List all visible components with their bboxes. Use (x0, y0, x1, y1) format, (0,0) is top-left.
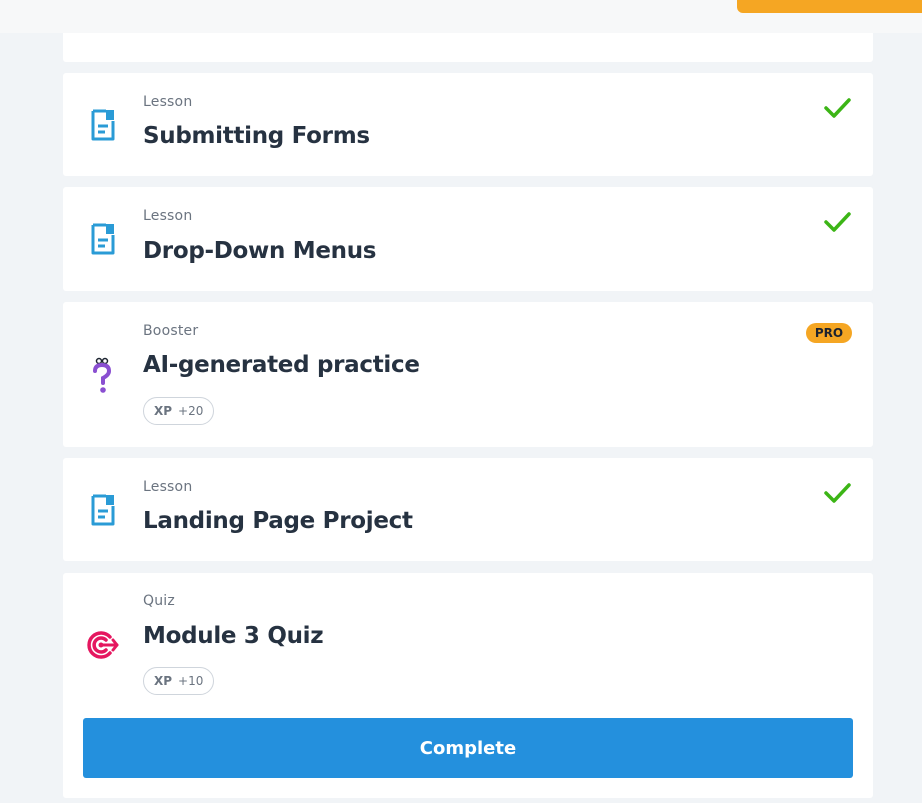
booster-card-ai-generated-practice[interactable]: Booster AI-generated practice PRO XP +20 (63, 302, 873, 447)
question-mark-icon (85, 357, 121, 394)
card-type-label: Lesson (143, 94, 193, 110)
card-title: Module 3 Quiz (143, 623, 324, 649)
lesson-card-submitting-forms[interactable]: Lesson Submitting Forms (63, 73, 873, 176)
complete-button[interactable]: Complete (83, 718, 853, 778)
xp-pill: XP +10 (143, 667, 215, 695)
xp-pill: XP +20 (143, 397, 215, 425)
card-type-label: Booster (143, 323, 199, 339)
card-title: Drop-Down Menus (143, 238, 377, 264)
xp-label: XP (154, 404, 173, 418)
xp-label: XP (154, 674, 173, 688)
document-icon (85, 221, 121, 257)
xp-value: +10 (178, 674, 204, 688)
top-accent-button[interactable] (737, 0, 922, 13)
xp-value: +20 (178, 404, 204, 418)
check-icon (824, 98, 851, 118)
card-type-label: Quiz (143, 593, 175, 609)
card-type-label: Lesson (143, 479, 193, 495)
quiz-card-module-3-quiz: Quiz Module 3 Quiz XP +10 Complete (63, 573, 873, 798)
document-icon (85, 107, 121, 143)
card-title: Submitting Forms (143, 123, 370, 149)
check-icon (824, 483, 851, 503)
previous-card (63, 33, 873, 62)
card-title: Landing Page Project (143, 508, 413, 534)
card-type-label: Lesson (143, 208, 193, 224)
check-icon (824, 212, 851, 232)
document-icon (85, 492, 121, 528)
card-title: AI-generated practice (143, 352, 420, 378)
pro-badge: PRO (806, 323, 852, 343)
lesson-card-drop-down-menus[interactable]: Lesson Drop-Down Menus (63, 187, 873, 291)
lesson-card-landing-page-project[interactable]: Lesson Landing Page Project (63, 458, 873, 561)
target-icon (85, 627, 121, 663)
